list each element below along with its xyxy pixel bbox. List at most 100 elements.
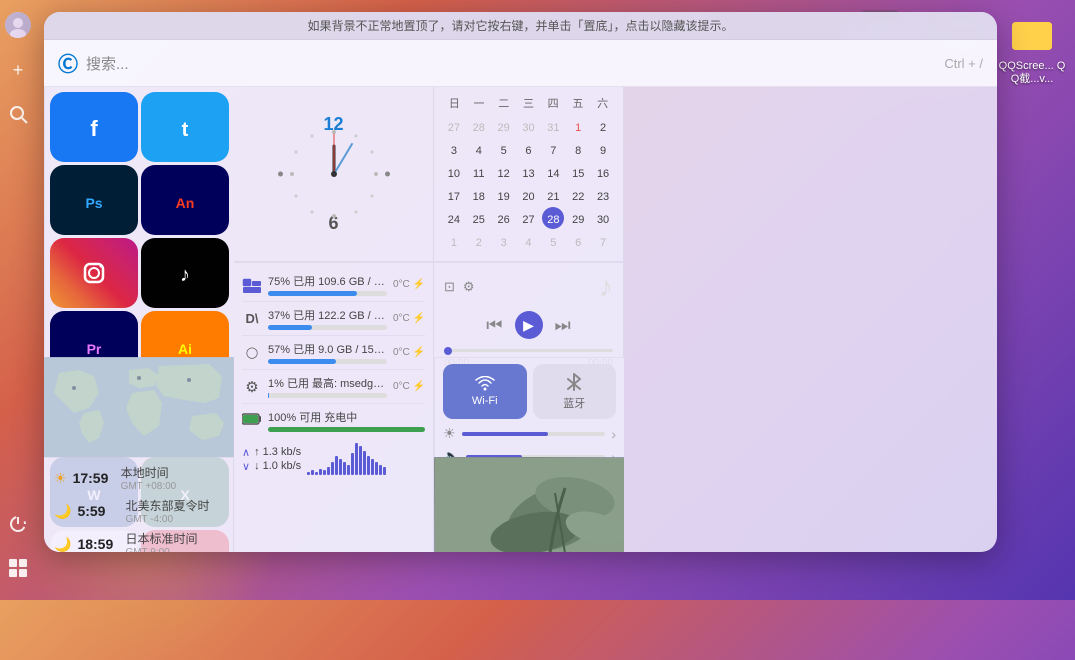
stat-d-label: 37% 已用 122.2 GB / 329.1... — [268, 307, 387, 323]
app-photoshop[interactable]: Ps — [50, 165, 138, 235]
japan-time-icon: 🌙 — [54, 536, 71, 553]
notice-bar[interactable]: 如果背景不正常地置顶了，请对它按右键，并单击「置底」，点击以隐藏该提示。 — [44, 12, 997, 40]
cal-cell[interactable]: 28 — [468, 115, 490, 137]
cal-cell[interactable]: 4 — [468, 138, 490, 160]
cal-cell[interactable]: 26 — [493, 207, 515, 229]
user-avatar[interactable] — [5, 12, 31, 38]
svg-text:t: t — [182, 119, 189, 141]
cal-cell[interactable]: 7 — [542, 138, 564, 160]
wifi-icon — [475, 376, 495, 392]
app-facebook[interactable]: f — [50, 92, 138, 162]
cal-cell[interactable]: 11 — [468, 161, 490, 183]
japan-time-gmt: GMT 9:00 — [125, 547, 197, 552]
timezone-widget: ☀ 17:59 本地时间 GMT +08:00 🌙 5:59 北美东部夏令时 G… — [44, 457, 234, 552]
app-tiktok[interactable]: ♪ — [141, 238, 229, 308]
day-thu: 四 — [542, 95, 564, 111]
net-bar — [367, 456, 370, 475]
upload-arrow-icon: ∧ — [242, 446, 250, 459]
play-button[interactable]: ▶ — [515, 311, 543, 339]
cal-cell[interactable]: 18 — [468, 184, 490, 206]
app-twitter[interactable]: t — [141, 92, 229, 162]
stat-c-info: 75% 已用 109.6 GB / 146.5... — [268, 273, 387, 296]
cal-cell[interactable]: 8 — [567, 138, 589, 160]
cal-cell-today[interactable]: 28 — [542, 207, 564, 229]
windows-button[interactable] — [6, 556, 30, 580]
desktop-icon-qq[interactable]: QQScree... QQ截...v... — [997, 8, 1067, 86]
east-time-name: 北美东部夏令时 — [125, 497, 209, 514]
clock-dots-svg — [274, 114, 394, 234]
cal-cell[interactable]: 24 — [443, 207, 465, 229]
app-instagram[interactable] — [50, 238, 138, 308]
stat-cpu-icon: ⚙ — [242, 378, 262, 396]
cal-cell[interactable]: 1 — [567, 115, 589, 137]
map-widget — [44, 357, 234, 457]
cal-cell[interactable]: 3 — [443, 138, 465, 160]
music-settings-icon: ⚙ — [463, 279, 475, 295]
timezone-east: 🌙 5:59 北美东部夏令时 GMT -4:00 — [54, 497, 223, 525]
net-bar — [331, 462, 334, 475]
music-progress-bar[interactable] — [444, 349, 613, 352]
cal-cell[interactable]: 15 — [567, 161, 589, 183]
east-time-icon: 🌙 — [54, 503, 71, 520]
cal-cell[interactable]: 12 — [493, 161, 515, 183]
wifi-label: Wi-Fi — [472, 395, 498, 407]
net-bar — [355, 443, 358, 475]
calendar-widget: 日 一 二 三 四 五 六 27 28 29 30 31 1 2 3 4 5 — [434, 87, 624, 262]
cal-cell[interactable]: 23 — [592, 184, 614, 206]
cal-cell[interactable]: 30 — [592, 207, 614, 229]
east-time: 5:59 — [77, 503, 119, 519]
day-sat: 六 — [592, 95, 614, 111]
music-controls[interactable]: ⏮ ▶ ⏭ — [444, 307, 613, 343]
prev-button[interactable]: ⏮ — [486, 315, 502, 336]
bluetooth-button[interactable]: 蓝牙 — [533, 364, 617, 419]
cal-cell[interactable]: 20 — [517, 184, 539, 206]
day-mon: 一 — [468, 95, 490, 111]
app-animate[interactable]: An — [141, 165, 229, 235]
svg-text:f: f — [90, 116, 98, 141]
slider-more-icon[interactable]: › — [611, 426, 616, 442]
download-row: ∨ ↓ 1.0 kb/s — [242, 460, 301, 473]
brightness-slider-row: ☀ › — [443, 425, 616, 442]
stat-c-label: 75% 已用 109.6 GB / 146.5... — [268, 273, 387, 289]
cal-cell[interactable]: 1 — [443, 230, 465, 252]
cal-cell[interactable]: 6 — [517, 138, 539, 160]
cal-cell[interactable]: 10 — [443, 161, 465, 183]
cal-cell[interactable]: 5 — [493, 138, 515, 160]
cal-cell[interactable]: 6 — [567, 230, 589, 252]
cal-cell[interactable]: 31 — [542, 115, 564, 137]
search-bar[interactable]: Ⓒ 搜索... Ctrl + / — [44, 40, 997, 87]
add-button[interactable]: + — [6, 58, 30, 82]
upload-speed: ↑ 1.3 kb/s — [254, 446, 301, 458]
network-speed-widget: ∧ ↑ 1.3 kb/s ∨ ↓ 1.0 kb/s — [242, 439, 425, 479]
cal-cell[interactable]: 13 — [517, 161, 539, 183]
brightness-track[interactable] — [462, 432, 606, 436]
wifi-button[interactable]: Wi-Fi — [443, 364, 527, 419]
stat-cpu: ⚙ 1% 已用 最高: msedge ⓘ 0°C ⚡ — [242, 370, 425, 404]
next-button[interactable]: ⏭ — [555, 315, 571, 336]
cal-cell[interactable]: 4 — [517, 230, 539, 252]
cal-cell[interactable]: 27 — [443, 115, 465, 137]
cal-cell[interactable]: 5 — [542, 230, 564, 252]
cal-cell[interactable]: 3 — [493, 230, 515, 252]
power-button[interactable] — [6, 512, 30, 536]
cal-cell[interactable]: 17 — [443, 184, 465, 206]
search-taskbar-button[interactable] — [6, 102, 30, 126]
cal-cell[interactable]: 14 — [542, 161, 564, 183]
cal-cell[interactable]: 2 — [468, 230, 490, 252]
cal-cell[interactable]: 9 — [592, 138, 614, 160]
cal-cell[interactable]: 29 — [567, 207, 589, 229]
cal-cell[interactable]: 21 — [542, 184, 564, 206]
cal-cell[interactable]: 7 — [592, 230, 614, 252]
net-bar — [383, 467, 386, 475]
japan-time-info: 日本标准时间 GMT 9:00 — [125, 530, 197, 552]
apps-widget: f t Ps An ♪ Pr Ai — [44, 87, 234, 357]
cal-cell[interactable]: 30 — [517, 115, 539, 137]
cal-cell[interactable]: 2 — [592, 115, 614, 137]
bluetooth-label: 蓝牙 — [563, 395, 585, 411]
cal-cell[interactable]: 27 — [517, 207, 539, 229]
cal-cell[interactable]: 22 — [567, 184, 589, 206]
cal-cell[interactable]: 16 — [592, 161, 614, 183]
cal-cell[interactable]: 25 — [468, 207, 490, 229]
cal-cell[interactable]: 19 — [493, 184, 515, 206]
cal-cell[interactable]: 29 — [493, 115, 515, 137]
